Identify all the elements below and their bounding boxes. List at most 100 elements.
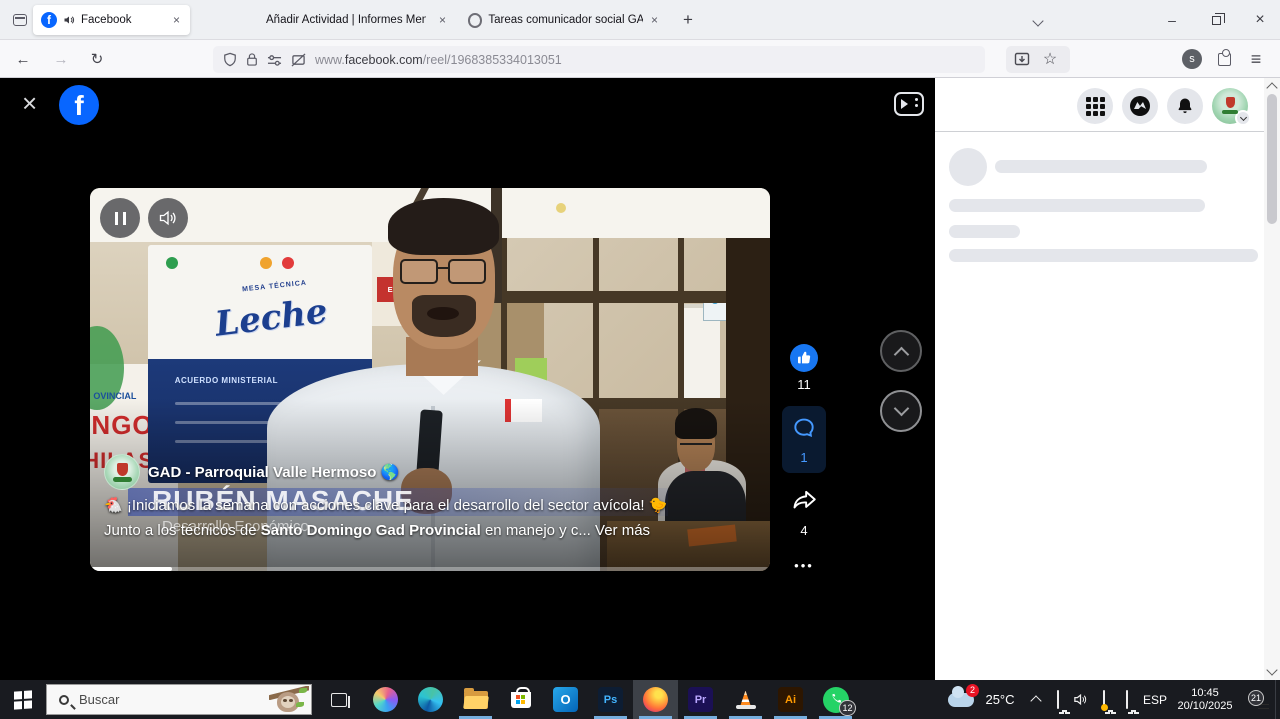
- tray-update-icon[interactable]: [1092, 680, 1115, 719]
- reload-button[interactable]: ↻: [84, 47, 110, 71]
- temperature-label[interactable]: 25°C: [978, 680, 1022, 719]
- taskbar-firefox[interactable]: [633, 680, 678, 719]
- tab-close-button[interactable]: ×: [437, 13, 448, 27]
- page-avatar[interactable]: [104, 454, 140, 490]
- permissions-icon[interactable]: [267, 53, 282, 67]
- reel-sidebar-toggle-icon[interactable]: [894, 92, 924, 116]
- windows-logo-icon: [14, 690, 32, 709]
- reel-video[interactable]: OVINCIAL INGO HILAS MESA TÉCNICA Leche A…: [90, 188, 770, 571]
- grid-icon: [1086, 97, 1105, 116]
- comment-icon: [791, 415, 817, 441]
- tab-informes[interactable]: Añadir Actividad | Informes Mensua ×: [196, 5, 456, 35]
- clock-date: 20/10/2025: [1177, 700, 1232, 713]
- copilot-icon: [373, 687, 398, 712]
- lock-icon[interactable]: [246, 52, 258, 67]
- show-desktop-button[interactable]: [1275, 680, 1280, 719]
- caption-line-2: Junto a los técnicos de Santo Domingo Ga…: [104, 522, 650, 539]
- menu-hamburger-icon[interactable]: ≡: [1244, 47, 1268, 71]
- whatsapp-icon: 12: [823, 687, 849, 713]
- tab-facebook[interactable]: f Facebook ×: [33, 5, 190, 35]
- skeleton-line: [949, 199, 1205, 212]
- bell-icon: [1175, 96, 1195, 116]
- address-bar[interactable]: www.facebook.com/reel/1968385334013051: [213, 46, 985, 73]
- sloth-illustration: [269, 686, 309, 715]
- tray-cast-icon[interactable]: [1046, 680, 1069, 719]
- screen: f Facebook × Añadir Actividad | Informes…: [0, 0, 1280, 719]
- like-count: 11: [782, 377, 826, 392]
- comment-button[interactable]: 1: [782, 406, 826, 473]
- new-tab-button[interactable]: +: [676, 8, 700, 32]
- firefox-view-button[interactable]: [8, 9, 32, 31]
- weather-button[interactable]: 2: [944, 680, 978, 719]
- list-all-tabs-button[interactable]: [1034, 12, 1042, 30]
- account-button[interactable]: s: [1180, 47, 1204, 71]
- save-page-icon[interactable]: [1010, 47, 1034, 71]
- pause-button[interactable]: [100, 198, 140, 238]
- taskbar-file-explorer[interactable]: [453, 680, 498, 719]
- windows-taskbar: Buscar O Ps Pr Ai 12 2 25°C ESP 1: [0, 680, 1280, 719]
- clock[interactable]: 10:4520/10/2025: [1174, 680, 1236, 719]
- like-button[interactable]: [790, 344, 818, 372]
- scrollbar-thumb[interactable]: [1267, 94, 1277, 224]
- taskbar-photoshop[interactable]: Ps: [588, 680, 633, 719]
- tab-tareas[interactable]: Tareas comunicador social GAD ×: [460, 5, 668, 35]
- notifications-button[interactable]: [1167, 88, 1203, 124]
- account-avatar: s: [1182, 49, 1202, 69]
- previous-reel-button[interactable]: [880, 330, 922, 372]
- see-more-link[interactable]: Ver más: [595, 522, 650, 539]
- taskbar-premiere[interactable]: Pr: [678, 680, 723, 719]
- autoplay-blocked-icon[interactable]: [291, 53, 306, 67]
- scroll-up-arrow[interactable]: [1266, 82, 1277, 93]
- forward-button[interactable]: →: [48, 47, 74, 71]
- close-reel-button[interactable]: ×: [22, 92, 37, 114]
- apps-menu-button[interactable]: [1077, 88, 1113, 124]
- window-close-button[interactable]: ×: [1240, 0, 1280, 40]
- clock-time: 10:45: [1177, 687, 1232, 700]
- microsoft-store-icon: [511, 692, 531, 708]
- taskbar-edge[interactable]: [408, 680, 453, 719]
- facebook-logo[interactable]: f: [59, 85, 99, 125]
- taskbar-copilot[interactable]: [363, 680, 408, 719]
- chevron-up-icon: [893, 346, 909, 362]
- browser-tab-strip: f Facebook × Añadir Actividad | Informes…: [0, 0, 1280, 40]
- extensions-puzzle-icon[interactable]: [1212, 47, 1236, 71]
- chevron-up-icon: [1030, 695, 1041, 706]
- tagged-page[interactable]: Santo Domingo Gad Provincial: [261, 522, 481, 539]
- start-button[interactable]: [0, 680, 46, 719]
- tab-audio-icon[interactable]: [63, 14, 75, 26]
- share-count: 4: [782, 523, 826, 538]
- notification-center-button[interactable]: 21: [1238, 680, 1272, 719]
- reel-detail-panel: [935, 78, 1264, 680]
- taskbar-whatsapp[interactable]: 12: [813, 680, 858, 719]
- tray-volume-icon[interactable]: [1069, 680, 1092, 719]
- task-view-button[interactable]: [318, 680, 360, 719]
- share-button[interactable]: 4: [782, 489, 826, 538]
- window-restore-button[interactable]: [1196, 0, 1236, 40]
- back-button[interactable]: ←: [10, 47, 36, 71]
- panel-divider: [935, 131, 1264, 132]
- page-scrollbar[interactable]: [1264, 78, 1280, 680]
- tracking-protection-shield-icon[interactable]: [223, 52, 237, 67]
- scroll-down-arrow[interactable]: [1266, 664, 1277, 675]
- next-reel-button[interactable]: [880, 390, 922, 432]
- taskbar-store[interactable]: [498, 680, 543, 719]
- tray-overflow-button[interactable]: [1026, 680, 1046, 719]
- taskbar-search[interactable]: Buscar: [46, 684, 312, 715]
- messenger-button[interactable]: [1122, 88, 1158, 124]
- window-minimize-button[interactable]: –: [1152, 0, 1192, 40]
- taskbar-vlc[interactable]: [723, 680, 768, 719]
- volume-button[interactable]: [148, 198, 188, 238]
- keyboard-layout-button[interactable]: ESP: [1138, 680, 1172, 719]
- profile-avatar-button[interactable]: [1212, 88, 1248, 124]
- video-progress-bar[interactable]: [90, 567, 770, 571]
- taskbar-illustrator[interactable]: Ai: [768, 680, 813, 719]
- tab-close-button[interactable]: ×: [649, 13, 660, 27]
- taskbar-outlook[interactable]: O: [543, 680, 588, 719]
- page-name[interactable]: GAD - Parroquial Valle Hermoso 🌎: [148, 463, 399, 481]
- firefox-icon: [643, 687, 668, 712]
- more-options-button[interactable]: •••: [782, 558, 826, 573]
- bookmark-star-icon[interactable]: ☆: [1038, 47, 1062, 71]
- tab-close-button[interactable]: ×: [171, 13, 182, 27]
- notification-badge: 21: [1248, 690, 1264, 706]
- tray-network-icon[interactable]: [1115, 680, 1138, 719]
